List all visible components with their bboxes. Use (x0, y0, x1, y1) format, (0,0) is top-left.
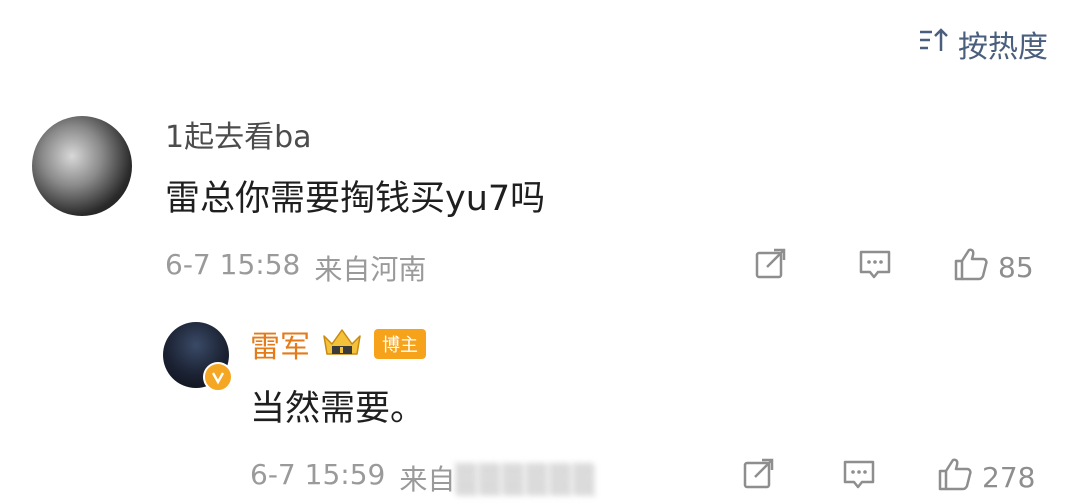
share-icon (752, 245, 790, 290)
crown-icon (320, 324, 364, 364)
share-icon (740, 455, 778, 500)
reply-date: 6-7 15:59 (250, 458, 386, 491)
author-tag: 博主 (374, 329, 426, 359)
reply-location: 来自▒▒▒▒▒▒ (399, 458, 596, 498)
comment-icon (856, 245, 894, 290)
comment-meta: 6-7 15:58 来自河南 (165, 248, 426, 288)
comment-button[interactable] (856, 245, 894, 290)
like-icon (936, 455, 974, 500)
share-button[interactable] (752, 245, 790, 290)
comment-text: 雷总你需要掏钱买yu7吗 (165, 179, 546, 219)
reply-username[interactable]: 雷军 (250, 322, 310, 366)
sort-label: 按热度 (958, 30, 1048, 65)
like-icon (952, 245, 990, 290)
blurred-text: ▒▒▒▒▒▒ (455, 463, 597, 496)
reply-header: 雷军 博主 (250, 322, 426, 366)
like-button[interactable]: 278 (936, 455, 1035, 500)
comment-button[interactable] (840, 455, 878, 500)
comment-actions: 85 (752, 245, 1034, 290)
comment-thread: 按热度 1起去看ba 雷总你需要掏钱买yu7吗 6-7 15:58 来自河南 8… (0, 0, 1080, 503)
reply-location-visible: 来自 (399, 463, 456, 496)
comment-location: 来自河南 (314, 253, 427, 286)
comment-date: 6-7 15:58 (165, 248, 301, 281)
comment-icon (840, 455, 878, 500)
like-button[interactable]: 85 (952, 245, 1034, 290)
like-count: 85 (998, 251, 1034, 284)
sort-icon (918, 26, 950, 62)
reply-actions: 278 (740, 455, 1035, 500)
reply-meta: 6-7 15:59 来自▒▒▒▒▒▒ (250, 458, 597, 498)
sort-by-hot-button[interactable]: 按热度 (918, 22, 1048, 66)
share-button[interactable] (740, 455, 778, 500)
reply-text: 当然需要。 (250, 389, 426, 429)
avatar[interactable] (32, 116, 132, 216)
like-count: 278 (982, 461, 1036, 494)
comment-username[interactable]: 1起去看ba (165, 112, 312, 156)
reply-avatar-wrap[interactable] (163, 322, 235, 394)
verified-icon (203, 362, 233, 392)
